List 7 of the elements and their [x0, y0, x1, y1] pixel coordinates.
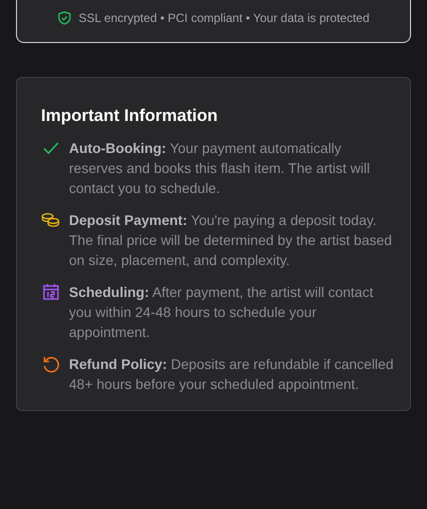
- info-text: Deposit Payment: You're paying a deposit today. The final price will be determined by the artist based on size, placement, and complexity.: [69, 211, 393, 270]
- info-text: Auto-Booking: Your payment automatically reserves and books this flash item. The artist will contact you to schedule.: [69, 139, 371, 198]
- security-note: SSL encrypted • PCI compliant • Your data is protected: [78, 11, 370, 25]
- shield-check-icon: [58, 11, 71, 25]
- card-title: Important Information: [41, 106, 219, 126]
- info-text: Refund Policy: Deposits are refundable if cancelled 48+ hours before your scheduled appointment.: [69, 355, 394, 394]
- info-text: Scheduling: After payment, the artist will contact you within 24-48 hours to schedule your appointment.: [69, 283, 374, 342]
